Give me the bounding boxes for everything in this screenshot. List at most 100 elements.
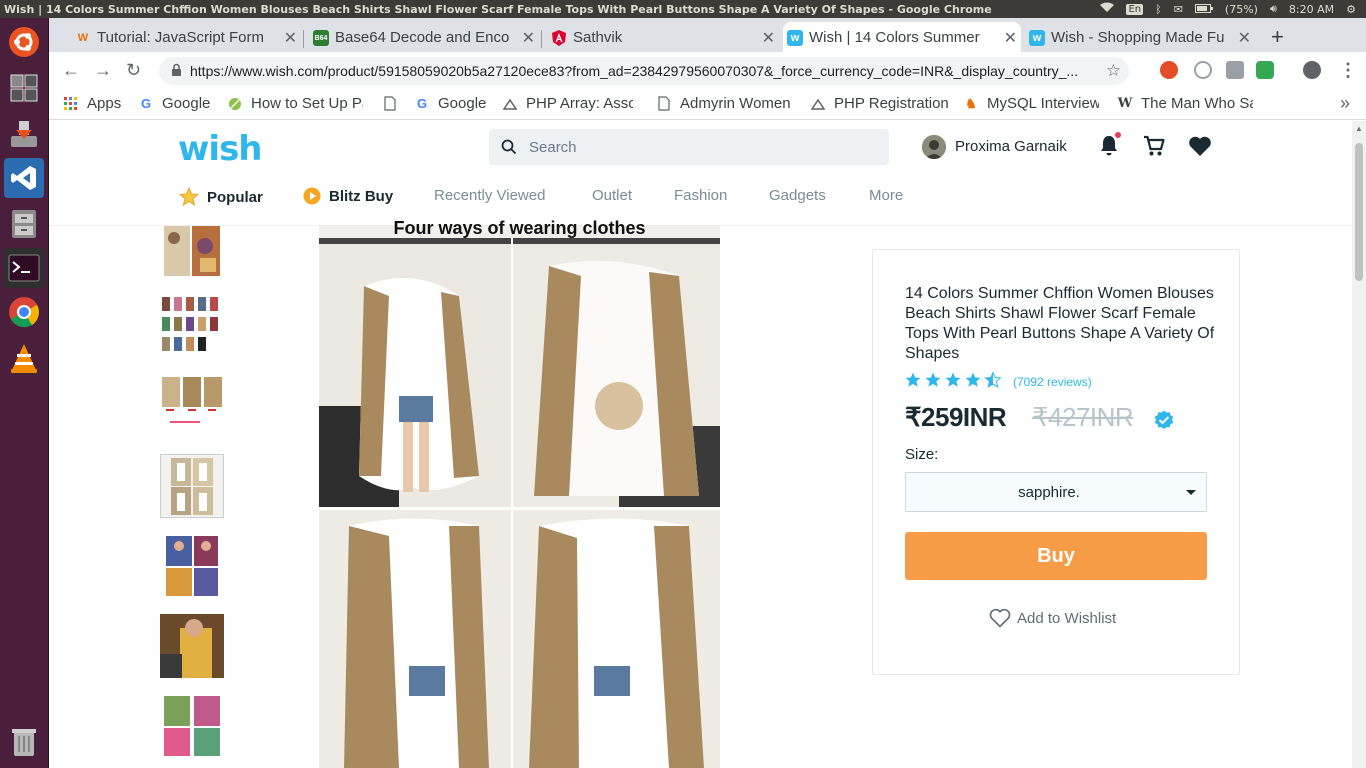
angular-favicon-icon bbox=[551, 30, 567, 46]
scroll-up-arrow-icon[interactable]: ▲ bbox=[1355, 124, 1363, 133]
buy-button[interactable]: Buy bbox=[905, 532, 1207, 580]
clock[interactable]: 8:20 AM bbox=[1289, 3, 1334, 16]
page-icon bbox=[382, 95, 398, 111]
bookmark-star-icon[interactable]: ☆ bbox=[1106, 61, 1121, 81]
more-bookmarks-chevron-icon[interactable]: » bbox=[1340, 93, 1350, 114]
rating-stars bbox=[905, 372, 1009, 388]
bookmark-apps[interactable]: Apps bbox=[63, 95, 121, 112]
settings-gear-icon[interactable]: ⚙ bbox=[1346, 3, 1356, 16]
mail-icon[interactable]: ✉ bbox=[1174, 3, 1183, 16]
user-name[interactable]: Proxima Garnaik bbox=[955, 138, 1067, 155]
tab-wish-shopping[interactable]: w Wish - Shopping Made Fun ✕ bbox=[1025, 22, 1255, 52]
star-icon bbox=[945, 372, 961, 387]
menu-kebab-icon[interactable]: ⋮ bbox=[1339, 60, 1357, 81]
tab-base64[interactable]: B64 Base64 Decode and Encode ✕ bbox=[309, 22, 539, 52]
vscode-icon[interactable] bbox=[4, 158, 44, 198]
original-price: ₹427INR bbox=[1032, 402, 1134, 432]
bookmark-admyrin[interactable]: Admyrin Women bbox=[656, 95, 794, 112]
size-dropdown[interactable]: sapphire. bbox=[905, 472, 1207, 512]
workspace-switcher-icon[interactable] bbox=[4, 68, 44, 108]
bookmark-google[interactable]: G Google bbox=[138, 95, 210, 112]
extension-shield-icon[interactable] bbox=[1226, 61, 1244, 79]
product-thumbnail[interactable] bbox=[160, 534, 224, 598]
avatar[interactable] bbox=[922, 135, 946, 159]
trash-icon[interactable] bbox=[4, 722, 44, 762]
address-bar[interactable]: https://www.wish.com/product/59158059020… bbox=[159, 57, 1129, 85]
search-bar[interactable] bbox=[489, 129, 889, 165]
cloud-icon bbox=[502, 96, 518, 112]
nav-fashion[interactable]: Fashion bbox=[674, 187, 727, 204]
bookmark-page[interactable] bbox=[382, 95, 406, 111]
bookmark-php-registration[interactable]: PHP Registration bbox=[810, 95, 948, 112]
page-scrollbar[interactable]: ▲ bbox=[1352, 121, 1366, 768]
bell-icon[interactable] bbox=[1099, 135, 1119, 162]
tab-tutorial[interactable]: W Tutorial: JavaScript Form ✕ bbox=[71, 22, 301, 52]
back-button[interactable]: ← bbox=[62, 60, 80, 81]
nav-popular[interactable]: Popular bbox=[179, 187, 263, 207]
star-icon bbox=[905, 372, 921, 387]
product-thumbnail[interactable] bbox=[160, 614, 224, 678]
extension-check-icon[interactable] bbox=[1256, 61, 1274, 79]
tab-wish-product[interactable]: w Wish | 14 Colors Summer C ✕ bbox=[783, 22, 1021, 52]
cart-icon[interactable] bbox=[1143, 135, 1165, 162]
wifi-icon[interactable] bbox=[1100, 2, 1115, 16]
browser-tab-strip: W Tutorial: JavaScript Form ✕ B64 Base64… bbox=[49, 18, 1366, 52]
nav-recently-viewed[interactable]: Recently Viewed bbox=[434, 187, 545, 204]
keyboard-layout[interactable]: En bbox=[1126, 3, 1144, 15]
url-text[interactable]: https://www.wish.com/product/59158059020… bbox=[190, 63, 1105, 79]
volume-icon[interactable]: 🔊︎ bbox=[1270, 2, 1277, 16]
product-thumbnail[interactable] bbox=[160, 293, 224, 357]
close-icon[interactable]: ✕ bbox=[1004, 28, 1017, 48]
wish-logo[interactable]: wish bbox=[178, 129, 263, 169]
product-thumbnail[interactable] bbox=[160, 373, 224, 437]
nav-gadgets[interactable]: Gadgets bbox=[769, 187, 826, 204]
lock-icon[interactable] bbox=[171, 63, 182, 82]
star-icon bbox=[965, 372, 981, 387]
installer-icon[interactable] bbox=[4, 114, 44, 154]
chrome-icon[interactable] bbox=[4, 292, 44, 332]
ubuntu-dash-icon[interactable] bbox=[4, 22, 44, 62]
extension-circle-icon[interactable] bbox=[1194, 61, 1212, 79]
nav-outlet[interactable]: Outlet bbox=[592, 187, 632, 204]
extension-fire-icon[interactable] bbox=[1160, 61, 1178, 79]
bluetooth-icon[interactable]: ᛒ bbox=[1155, 3, 1162, 16]
chevron-down-icon bbox=[1186, 490, 1196, 495]
profile-icon[interactable] bbox=[1303, 61, 1321, 79]
close-icon[interactable]: ✕ bbox=[522, 28, 535, 48]
file-cabinet-icon[interactable] bbox=[4, 204, 44, 244]
site-header: wish Proxima Garnaik Popular bbox=[49, 121, 1352, 226]
bookmark-php-array[interactable]: PHP Array: Assoc bbox=[502, 95, 633, 112]
new-tab-button[interactable]: + bbox=[1271, 24, 1284, 50]
bookmark-the-man-who[interactable]: W The Man Who Sa bbox=[1117, 95, 1253, 112]
web-page: wish Proxima Garnaik Popular bbox=[49, 121, 1352, 768]
product-thumbnail-selected[interactable] bbox=[160, 454, 224, 518]
product-thumbnail[interactable] bbox=[160, 226, 224, 278]
scrollbar-thumb[interactable] bbox=[1355, 143, 1363, 281]
half-star-icon bbox=[984, 372, 1002, 388]
review-count-link[interactable]: (7092 reviews) bbox=[1013, 375, 1092, 389]
forward-button[interactable]: → bbox=[94, 60, 112, 81]
bookmark-mysql-interview[interactable]: ♞ MySQL Interview bbox=[963, 95, 1099, 112]
search-input[interactable] bbox=[529, 129, 879, 165]
add-to-wishlist-button[interactable]: Add to Wishlist bbox=[989, 608, 1116, 628]
b64-favicon-icon: B64 bbox=[313, 30, 329, 46]
battery-icon[interactable] bbox=[1194, 3, 1213, 16]
nav-blitz-buy[interactable]: Blitz Buy bbox=[303, 187, 393, 205]
nav-more[interactable]: More bbox=[869, 187, 903, 204]
bookmark-how-to-set-up[interactable]: How to Set Up Pa bbox=[227, 95, 363, 112]
w-favicon-icon: W bbox=[77, 32, 89, 44]
terminal-icon[interactable] bbox=[4, 248, 44, 288]
image-caption: Four ways of wearing clothes bbox=[393, 218, 646, 238]
close-icon[interactable]: ✕ bbox=[284, 28, 297, 48]
close-icon[interactable]: ✕ bbox=[1238, 28, 1251, 48]
tab-sathvik[interactable]: Sathvik ✕ bbox=[547, 22, 779, 52]
vlc-icon[interactable] bbox=[4, 338, 44, 378]
wishlist-heart-icon[interactable] bbox=[1188, 135, 1212, 162]
os-top-bar: Wish | 14 Colors Summer Chffion Women Bl… bbox=[0, 0, 1366, 18]
main-product-image[interactable]: Four ways of wearing clothes bbox=[319, 218, 720, 768]
bookmark-google-2[interactable]: G Google bbox=[414, 95, 486, 112]
notification-dot bbox=[1115, 132, 1121, 138]
product-thumbnail[interactable] bbox=[160, 694, 224, 758]
reload-button[interactable]: ↻ bbox=[126, 60, 141, 81]
close-icon[interactable]: ✕ bbox=[762, 28, 775, 48]
